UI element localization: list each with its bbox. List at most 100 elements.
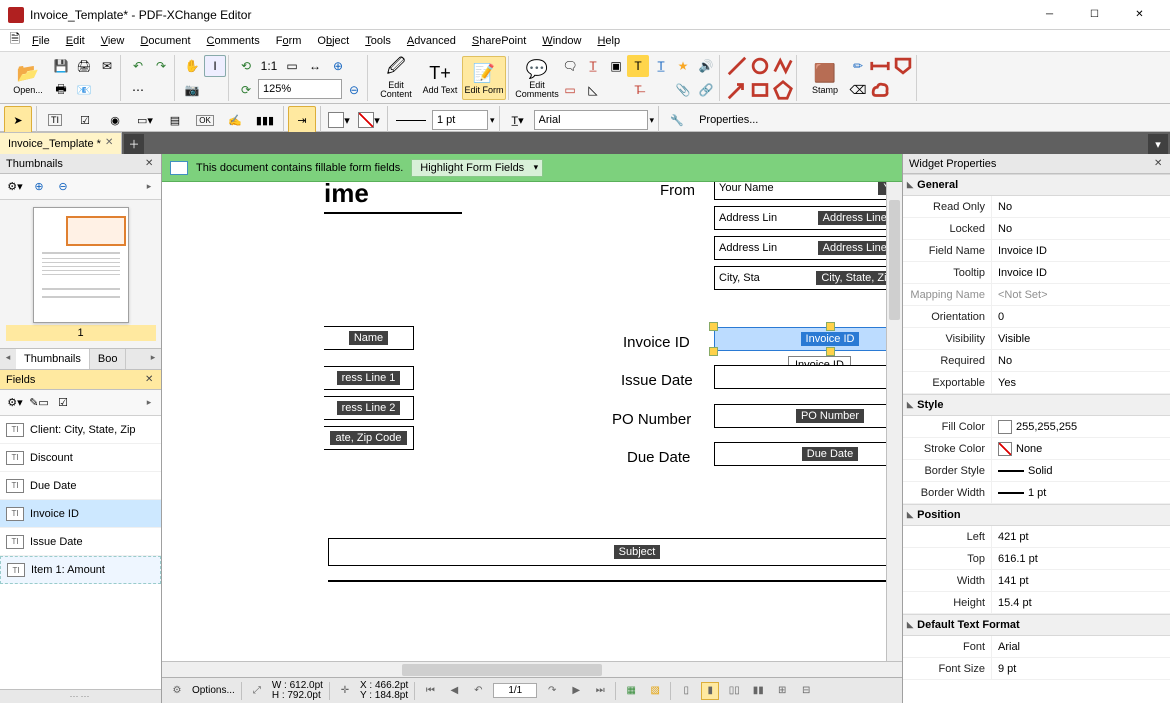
properties-label[interactable]: Properties... (693, 114, 764, 126)
comment-callout[interactable]: ◺ (582, 79, 604, 101)
sb-back-icon[interactable]: ↶ (469, 682, 487, 700)
thumbnails-close-icon[interactable]: ✕ (145, 158, 157, 170)
section-text-format[interactable]: Default Text Format (903, 614, 1170, 636)
vscroll-thumb[interactable] (889, 200, 900, 320)
polygon-tool[interactable] (772, 79, 794, 101)
area-tool[interactable] (892, 55, 914, 77)
sb-prev-page-icon[interactable]: ◀ (445, 682, 463, 700)
menu-object[interactable]: Object (309, 33, 357, 49)
from-city-field[interactable]: City, Sta City, State, Zip Code (714, 266, 902, 290)
resize-handle[interactable] (826, 322, 835, 331)
checkbox-tool[interactable]: ☑ (71, 106, 99, 134)
prop-row[interactable]: Border StyleSolid (903, 460, 1170, 482)
from-name-field[interactable]: Your Name Your Name (714, 182, 902, 200)
menu-comments[interactable]: Comments (199, 33, 268, 49)
sb-view5-icon[interactable]: ⊞ (773, 682, 791, 700)
horizontal-scrollbar[interactable] (162, 661, 902, 677)
issue-date-field[interactable] (714, 365, 902, 389)
maximize-button[interactable]: ☐ (1072, 0, 1117, 29)
polyline-tool[interactable] (772, 55, 794, 77)
prop-row[interactable]: Height15.4 pt (903, 592, 1170, 614)
page-indicator[interactable]: 1/1 (493, 683, 537, 698)
sb-last-page-icon[interactable]: ⏭ (591, 682, 609, 700)
sb-gear-icon[interactable]: ⚙ (168, 682, 186, 700)
sb-layout2-icon[interactable]: ▧ (646, 682, 664, 700)
sb-fwd-icon[interactable]: ↷ (543, 682, 561, 700)
prop-row[interactable]: Field NameInvoice ID (903, 240, 1170, 262)
prop-row[interactable]: Width141 pt (903, 570, 1170, 592)
client-addr2-field[interactable]: ress Line 2 (324, 396, 414, 420)
prop-row[interactable]: LockedNo (903, 218, 1170, 240)
prop-row[interactable]: VisibilityVisible (903, 328, 1170, 350)
circle-tool[interactable] (749, 55, 771, 77)
hl-text[interactable]: T (627, 55, 649, 77)
resize-handle[interactable] (826, 347, 835, 356)
snapshot-button[interactable]: 📷 (181, 79, 203, 101)
edit-comments-button[interactable]: 💬 Edit Comments (515, 56, 559, 100)
app-menu-icon[interactable]: 🗎 (6, 32, 24, 50)
undo-more-button[interactable]: ⋯ (127, 79, 149, 101)
fill-color-picker[interactable]: ▾ (325, 106, 353, 134)
print-button[interactable]: 🖨 (73, 55, 95, 77)
arrow-tool[interactable] (726, 79, 748, 101)
properties-icon[interactable]: 🔧 (663, 106, 691, 134)
fit-page-button[interactable]: ▭ (281, 55, 303, 77)
field-row[interactable]: TIDiscount (0, 444, 161, 472)
prop-row[interactable]: FontArial (903, 636, 1170, 658)
menu-help[interactable]: Help (589, 33, 628, 49)
comment-note[interactable]: 🗨 (559, 55, 581, 77)
radio-tool[interactable]: ◉ (101, 106, 129, 134)
print2-button[interactable]: 🖶 (50, 79, 72, 101)
comment-box[interactable]: ▭ (559, 79, 581, 101)
tab-thumbnails[interactable]: Thumbnails (16, 349, 90, 369)
field-row[interactable]: TIDue Date (0, 472, 161, 500)
fields-close-icon[interactable]: ✕ (145, 374, 157, 386)
email-button[interactable]: ✉ (96, 55, 118, 77)
barcode-tool[interactable]: ▮▮▮ (251, 106, 279, 134)
stroke-width-input[interactable] (432, 110, 488, 130)
prop-row[interactable]: Border Width1 pt (903, 482, 1170, 504)
page-thumbnail[interactable] (33, 207, 129, 323)
open-button[interactable]: 📂 Open... (6, 56, 50, 100)
field-row[interactable]: TIItem 1: Amount (0, 556, 161, 584)
comment-text[interactable]: T̲ (582, 55, 604, 77)
tabs-menu-button[interactable]: ▾ (1148, 134, 1168, 154)
fields-rename-icon[interactable]: ✎▭ (28, 392, 50, 414)
resize-handle[interactable] (709, 347, 718, 356)
document-tab[interactable]: Invoice_Template * ✕ (0, 132, 122, 154)
prop-row[interactable]: Fill Color255,255,255 (903, 416, 1170, 438)
add-text-button[interactable]: T+ Add Text (418, 56, 462, 100)
mail-out-button[interactable]: 📧 (73, 79, 95, 101)
from-addr2-field[interactable]: Address Lin Address Line 2 (714, 236, 902, 260)
left-resize-grip[interactable]: ⋯⋯ (0, 689, 161, 703)
combobox-tool[interactable]: ▭▾ (131, 106, 159, 134)
hscroll-thumb[interactable] (402, 664, 602, 676)
prop-row[interactable]: Top616.1 pt (903, 548, 1170, 570)
rotate-ccw-button[interactable]: ⟲ (235, 55, 257, 77)
highlight-fields-button[interactable]: Highlight Form Fields (411, 159, 543, 177)
left-tabs-scroll-right[interactable]: ▸ (145, 349, 161, 365)
invoice-id-field[interactable]: Invoice ID (714, 327, 902, 351)
sb-view2-icon[interactable]: ▮ (701, 682, 719, 700)
thumbs-zoom-in-icon[interactable]: ⊕ (28, 176, 50, 198)
link-icon[interactable]: 🔗 (695, 79, 717, 101)
field-row[interactable]: TIIssue Date (0, 528, 161, 556)
prop-row[interactable]: Orientation0 (903, 306, 1170, 328)
attach-icon[interactable]: 📎 (672, 79, 694, 101)
button-tool[interactable]: OK (191, 106, 219, 134)
menu-edit[interactable]: Edit (58, 33, 93, 49)
prop-row[interactable]: Stroke ColorNone (903, 438, 1170, 460)
po-number-field[interactable]: PO Number (714, 404, 902, 428)
section-position[interactable]: Position (903, 504, 1170, 526)
left-tabs-scroll-left[interactable]: ◂ (0, 349, 16, 365)
due-date-field[interactable]: Due Date (714, 442, 902, 466)
ul-text[interactable]: T̲ (650, 55, 672, 77)
listbox-tool[interactable]: ▤ (161, 106, 189, 134)
fill-swatch[interactable] (998, 420, 1012, 434)
prop-row[interactable]: TooltipInvoice ID (903, 262, 1170, 284)
text-color-button[interactable]: T̲▾ (504, 106, 532, 134)
field-row[interactable]: TIClient: City, State, Zip (0, 416, 161, 444)
zoom-100-button[interactable]: 1:1 (258, 55, 280, 77)
sb-options[interactable]: Options... (192, 685, 235, 696)
sound-icon[interactable]: 🔊 (695, 55, 717, 77)
